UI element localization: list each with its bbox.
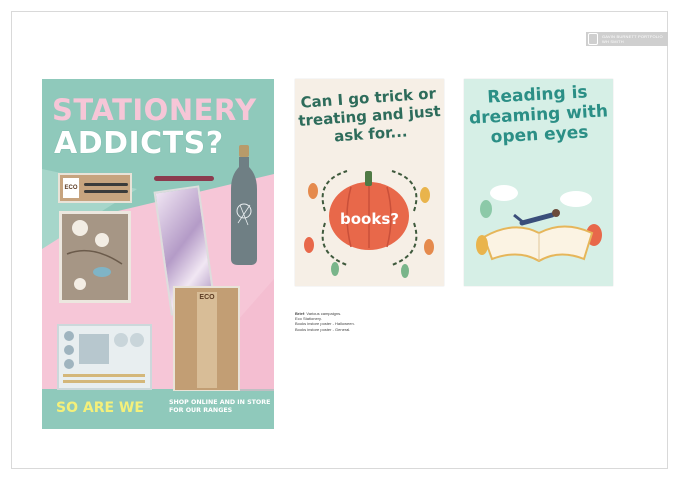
halloween-headline: Can I go trick or treating and just ask … xyxy=(297,84,442,146)
pen xyxy=(154,176,214,181)
eco-label: ECO xyxy=(199,294,215,301)
pumpkin-text: books? xyxy=(340,210,399,228)
eco-label: ECO xyxy=(63,178,79,198)
eco-notebook: ECO xyxy=(173,286,240,392)
portfolio-logo-icon xyxy=(588,33,598,45)
footer-slogan: SO ARE WE xyxy=(56,400,144,416)
stationery-poster: STATIONERY ADDICTS? ECO ECO SO ARE WE SH… xyxy=(42,79,274,429)
desk-set xyxy=(57,324,152,390)
magnolia-notebook xyxy=(59,211,131,303)
brief-line: Books instore poster - General. xyxy=(295,326,351,332)
water-bottle xyxy=(230,145,258,265)
badge-subtitle: WH SMITH xyxy=(602,39,624,44)
reading-poster: Reading is dreaming with open eyes xyxy=(464,79,613,286)
reading-headline: Reading is dreaming with open eyes xyxy=(468,82,609,148)
portfolio-badge: GAVIN BURNETT PORTFOLIO WH SMITH xyxy=(586,32,668,46)
halloween-poster: Can I go trick or treating and just ask … xyxy=(295,79,444,286)
footer-callout: SHOP ONLINE AND IN STORE FOR OUR RANGES xyxy=(169,399,271,414)
open-book-illustration xyxy=(476,185,602,263)
brief-line: Books instore poster - Halloween. xyxy=(295,321,355,327)
poster-title-line2: ADDICTS? xyxy=(54,126,224,161)
poster-title-line1: STATIONERY xyxy=(52,93,257,127)
brief-text: Brief: Various campaigns. Eco Stationery… xyxy=(295,311,355,332)
pen-set-box: ECO xyxy=(58,173,132,203)
